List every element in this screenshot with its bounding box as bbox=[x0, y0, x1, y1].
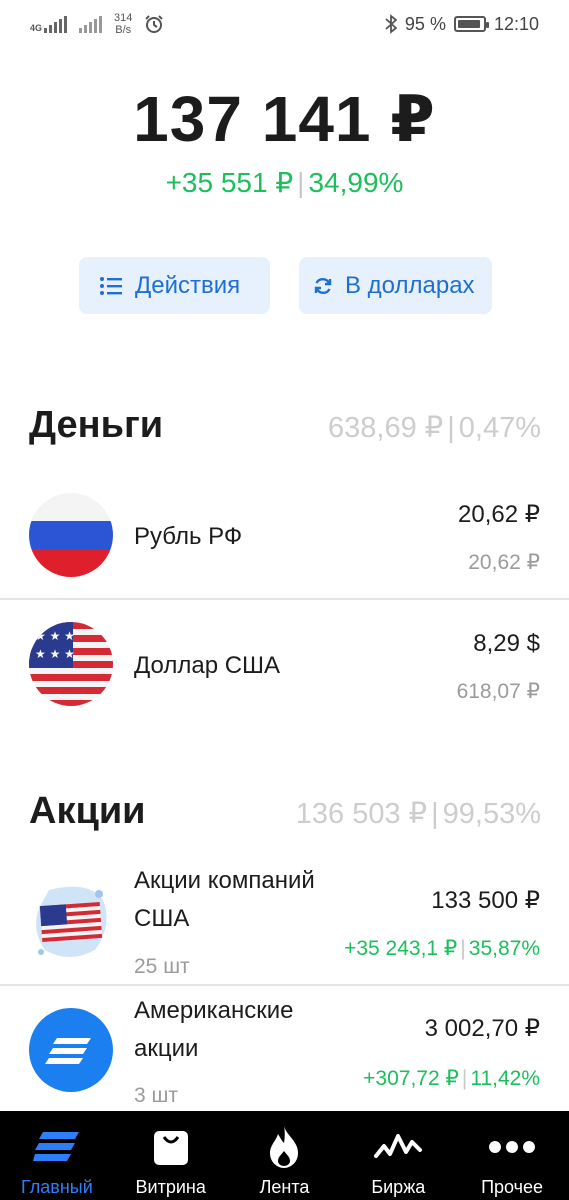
tab-feed[interactable]: Лента bbox=[228, 1111, 342, 1200]
stock-item-value: 133 500 ₽ bbox=[431, 887, 540, 914]
bluetooth-icon bbox=[385, 14, 397, 34]
actions-button[interactable]: Действия bbox=[79, 257, 270, 314]
money-item-value: 20,62 ₽ bbox=[458, 501, 540, 528]
money-section-summary: 638,69 ₽ | 0,47% bbox=[328, 412, 541, 444]
in-dollars-button-label: В долларах bbox=[345, 271, 475, 299]
portfolio-gain-pct: 34,99% bbox=[308, 167, 404, 198]
tab-label: Главный bbox=[21, 1177, 93, 1197]
stock-item-gain: +35 243,1 ₽ | 35,87% bbox=[344, 937, 540, 960]
more-dots-icon bbox=[488, 1125, 536, 1169]
battery-icon bbox=[453, 16, 489, 32]
battery-percent: 95 % bbox=[404, 13, 446, 34]
cellular-signal-2-icon bbox=[79, 15, 103, 33]
bottom-tab-bar: Главный Витрина Лента Биржа Прочее bbox=[0, 1111, 569, 1200]
tab-label: Лента bbox=[259, 1177, 310, 1197]
stock-item-name: Акции компаний США bbox=[134, 867, 315, 932]
stock-item-qty: 25 шт bbox=[134, 955, 190, 978]
pulse-chart-icon bbox=[374, 1125, 423, 1169]
tab-label: Прочее bbox=[481, 1177, 544, 1197]
usa-flag-icon: ★ ★ ★ ★ ★ ★ bbox=[29, 622, 113, 706]
money-item-name: Доллар США bbox=[134, 652, 281, 679]
tab-more[interactable]: Прочее bbox=[455, 1111, 569, 1200]
status-bar: 4G 314 B/s 95 % 12:10 bbox=[0, 0, 569, 48]
money-item-rub[interactable]: Рубль РФ 20,62 ₽ 20,62 ₽ bbox=[0, 488, 569, 598]
clock: 12:10 bbox=[493, 13, 539, 34]
actions-button-label: Действия bbox=[135, 271, 241, 299]
cellular-signal-icon: 4G bbox=[30, 15, 68, 33]
money-item-value: 8,29 $ bbox=[473, 630, 540, 657]
stock-item-name: Американские акции bbox=[134, 997, 294, 1062]
finex-fund-icon bbox=[29, 1008, 113, 1092]
money-item-sub: 20,62 ₽ bbox=[468, 551, 540, 574]
stock-item-value: 3 002,70 ₽ bbox=[424, 1015, 540, 1042]
tab-label: Биржа bbox=[371, 1177, 426, 1197]
stocks-section-header: Акции 136 503 ₽ | 99,53% bbox=[29, 790, 541, 833]
money-section-title: Деньги bbox=[29, 404, 164, 446]
money-item-name: Рубль РФ bbox=[134, 523, 243, 550]
refresh-icon bbox=[314, 277, 332, 294]
shopping-bag-icon bbox=[153, 1125, 189, 1169]
flame-icon bbox=[268, 1125, 300, 1169]
divider bbox=[0, 984, 569, 986]
portfolio-gain: +35 551 ₽ | 34,99% bbox=[165, 167, 404, 198]
tab-label: Витрина bbox=[135, 1177, 206, 1197]
russia-flag-icon bbox=[29, 493, 113, 577]
stock-item-american-stocks[interactable]: Американские акции 3 шт 3 002,70 ₽ +307,… bbox=[0, 990, 569, 1111]
money-section-header: Деньги 638,69 ₽ | 0,47% bbox=[29, 404, 541, 447]
divider bbox=[0, 598, 569, 600]
svg-text:★ ★ ★: ★ ★ ★ bbox=[35, 647, 75, 661]
stock-item-qty: 3 шт bbox=[134, 1084, 178, 1107]
portfolio-gain-abs: +35 551 ₽ bbox=[165, 167, 294, 198]
portfolio-total: 137 141 ₽ bbox=[133, 83, 436, 155]
network-type: 4G bbox=[30, 23, 43, 33]
tab-exchange[interactable]: Биржа bbox=[341, 1111, 455, 1200]
home-stripes-icon bbox=[32, 1125, 81, 1169]
tab-showcase[interactable]: Витрина bbox=[114, 1111, 228, 1200]
stock-item-us-companies[interactable]: Акции компаний США 25 шт 133 500 ₽ +35 2… bbox=[0, 860, 569, 984]
money-item-sub: 618,07 ₽ bbox=[456, 680, 540, 703]
stocks-section-summary: 136 503 ₽ | 99,53% bbox=[295, 798, 541, 830]
tab-main[interactable]: Главный bbox=[0, 1111, 114, 1200]
list-icon bbox=[100, 276, 122, 295]
svg-text:★ ★ ★: ★ ★ ★ bbox=[35, 629, 75, 643]
us-stocks-icon bbox=[29, 880, 113, 964]
network-speed: 314 B/s bbox=[114, 12, 133, 36]
stocks-section-title: Акции bbox=[29, 790, 146, 832]
in-dollars-button[interactable]: В долларах bbox=[299, 257, 492, 314]
money-item-usd[interactable]: ★ ★ ★ ★ ★ ★ Доллар США 8,29 $ 618,07 ₽ bbox=[0, 616, 569, 726]
alarm-icon bbox=[145, 15, 164, 33]
stock-item-gain: +307,72 ₽ | 11,42% bbox=[363, 1067, 540, 1090]
